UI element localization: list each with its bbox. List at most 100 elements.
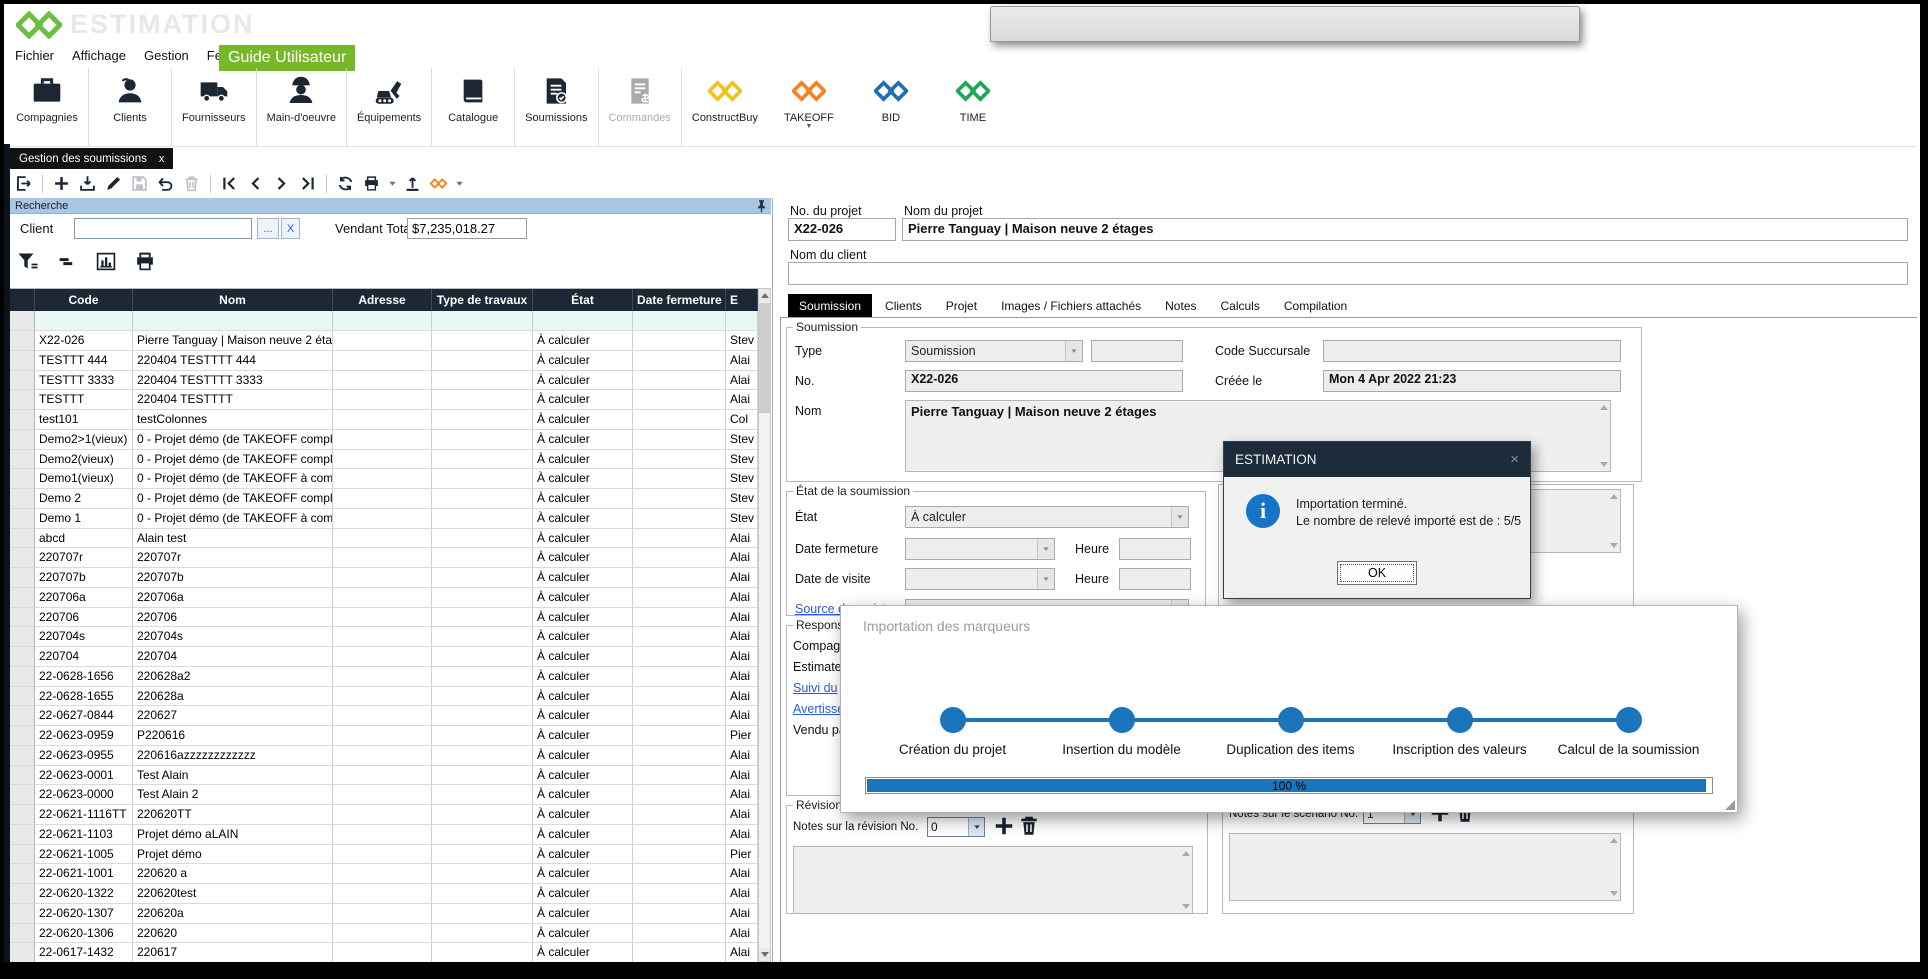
row-selector[interactable] — [10, 706, 35, 726]
nav-last-icon[interactable] — [297, 173, 318, 194]
menu-item[interactable]: Gestion — [135, 44, 198, 67]
print-icon[interactable] — [361, 173, 382, 194]
grid-header-adresse[interactable]: Adresse — [333, 289, 432, 311]
row-selector[interactable] — [10, 529, 35, 549]
table-row[interactable]: Demo2(vieux) 0 - Projet démo (de TAKEOFF… — [10, 450, 758, 470]
table-row[interactable]: 22-0617-1432 220617 À calculer Alai — [10, 943, 758, 962]
revision-notes-textarea[interactable] — [793, 846, 1193, 914]
table-row[interactable]: test101 testColonnes À calculer Col — [10, 410, 758, 430]
scroll-up-icon[interactable] — [1610, 838, 1618, 843]
filter-cell[interactable] — [533, 311, 633, 331]
table-row[interactable]: TESTTT 220404 TESTTTT À calculer Alai — [10, 390, 758, 410]
toolbar-item[interactable]: Fournisseurs — [172, 68, 257, 146]
caret-down-icon[interactable] — [968, 818, 984, 836]
row-selector[interactable] — [10, 390, 35, 410]
refresh-icon[interactable] — [335, 173, 356, 194]
grid-header-nom[interactable]: Nom — [133, 289, 333, 311]
table-row[interactable]: Demo 1 0 - Projet démo (de TAKEOFF à com… — [10, 509, 758, 529]
grid-header-etat[interactable]: État — [533, 289, 633, 311]
row-selector[interactable] — [10, 608, 35, 628]
heure-fermeture-field[interactable] — [1119, 538, 1191, 560]
menu-item[interactable]: Fichier — [6, 44, 63, 67]
nav-prev-icon[interactable] — [245, 173, 266, 194]
row-selector[interactable] — [10, 647, 35, 667]
table-row[interactable]: 220704 220704 À calculer Alai — [10, 647, 758, 667]
toolbar-item[interactable]: Compagnies — [6, 68, 89, 146]
diamonds-small-icon[interactable] — [428, 173, 449, 194]
ok-button[interactable]: OK — [1337, 561, 1417, 585]
type-extra-field[interactable] — [1091, 340, 1183, 362]
row-selector[interactable] — [10, 687, 35, 707]
delete-revision-icon[interactable] — [1018, 815, 1040, 837]
scenario-notes-textarea[interactable] — [1524, 489, 1621, 553]
row-selector[interactable] — [10, 943, 35, 962]
close-icon[interactable]: x — [159, 153, 165, 165]
filter-cell[interactable] — [726, 311, 758, 331]
row-selector[interactable] — [10, 430, 35, 450]
table-row[interactable]: 220704s 220704s À calculer Alai — [10, 627, 758, 647]
caret-down-icon[interactable] — [454, 173, 464, 194]
table-row[interactable]: 22-0621-1001 220620 a À calculer Alai — [10, 864, 758, 884]
table-row[interactable]: 22-0621-1116TT 220620TT À calculer Alai — [10, 805, 758, 825]
table-row[interactable]: 220706 220706 À calculer Alai — [10, 608, 758, 628]
filter-rows-icon[interactable] — [55, 250, 79, 273]
row-selector[interactable] — [10, 845, 35, 865]
heure-visite-field[interactable] — [1119, 568, 1191, 590]
trash-icon[interactable] — [181, 173, 202, 194]
scroll-up-icon[interactable] — [1182, 851, 1190, 856]
filter-cell[interactable] — [432, 311, 533, 331]
row-selector[interactable] — [10, 884, 35, 904]
caret-down-icon[interactable] — [1065, 341, 1082, 361]
scrollbar-thumb[interactable] — [759, 303, 770, 413]
resize-grip[interactable] — [1725, 800, 1735, 810]
row-selector[interactable] — [10, 864, 35, 884]
filter-funnel-icon[interactable] — [16, 250, 40, 273]
nav-next-icon[interactable] — [271, 173, 292, 194]
table-row[interactable]: 22-0627-0844 220627 À calculer Alai — [10, 706, 758, 726]
project-name-value[interactable]: Pierre Tanguay | Maison neuve 2 étages — [902, 218, 1908, 241]
client-name-value[interactable] — [788, 262, 1908, 285]
row-selector[interactable] — [10, 588, 35, 608]
vendant-total-value[interactable] — [407, 218, 527, 239]
client-browse-button[interactable]: ... — [257, 218, 279, 239]
row-selector[interactable] — [10, 548, 35, 568]
code-succursale-field[interactable] — [1323, 340, 1621, 362]
table-row[interactable]: 22-0620-1307 220620a À calculer Alai — [10, 904, 758, 924]
row-selector[interactable] — [10, 331, 35, 351]
caret-down-icon[interactable] — [387, 173, 397, 194]
row-selector[interactable] — [10, 726, 35, 746]
table-row[interactable]: 22-0623-0959 P220616 À calculer Pier — [10, 726, 758, 746]
row-selector[interactable] — [10, 410, 35, 430]
filter-cell[interactable] — [35, 311, 133, 331]
table-row[interactable]: Demo 2 0 - Projet démo (de TAKEOFF compl… — [10, 489, 758, 509]
row-selector[interactable] — [10, 489, 35, 509]
table-row[interactable]: 22-0623-0955 220616azzzzzzzzzzzz À calcu… — [10, 746, 758, 766]
caret-down-icon[interactable] — [1037, 569, 1054, 589]
table-row[interactable]: 220707r 220707r À calculer Alai — [10, 548, 758, 568]
row-selector[interactable] — [10, 805, 35, 825]
client-clear-button[interactable]: X — [281, 218, 300, 239]
row-selector[interactable] — [10, 627, 35, 647]
scroll-up-icon[interactable] — [1600, 405, 1608, 410]
menu-item[interactable]: Affichage — [63, 44, 135, 67]
filter-cell[interactable] — [133, 311, 333, 331]
print-icon[interactable] — [133, 250, 157, 273]
grid-header-code[interactable]: Code — [35, 289, 133, 311]
tab[interactable]: Soumission — [788, 294, 872, 318]
row-selector[interactable] — [10, 785, 35, 805]
row-selector[interactable] — [10, 667, 35, 687]
toolbar-item[interactable]: BID — [850, 68, 932, 146]
table-row[interactable]: TESTTT 444 220404 TESTTTT 444 À calculer… — [10, 351, 758, 371]
close-icon[interactable]: × — [1510, 451, 1519, 468]
exit-icon[interactable] — [13, 173, 34, 194]
add-revision-icon[interactable] — [993, 815, 1015, 837]
tab[interactable]: Projet — [935, 294, 988, 318]
scroll-down-icon[interactable] — [1610, 891, 1618, 896]
date-fermeture-dropdown[interactable] — [905, 538, 1055, 560]
nav-first-icon[interactable] — [219, 173, 240, 194]
row-selector[interactable] — [10, 469, 35, 489]
tab[interactable]: Calculs — [1210, 294, 1271, 318]
type-dropdown[interactable]: Soumission — [905, 340, 1083, 362]
undo-icon[interactable] — [155, 173, 176, 194]
filter-cell[interactable] — [633, 311, 726, 331]
